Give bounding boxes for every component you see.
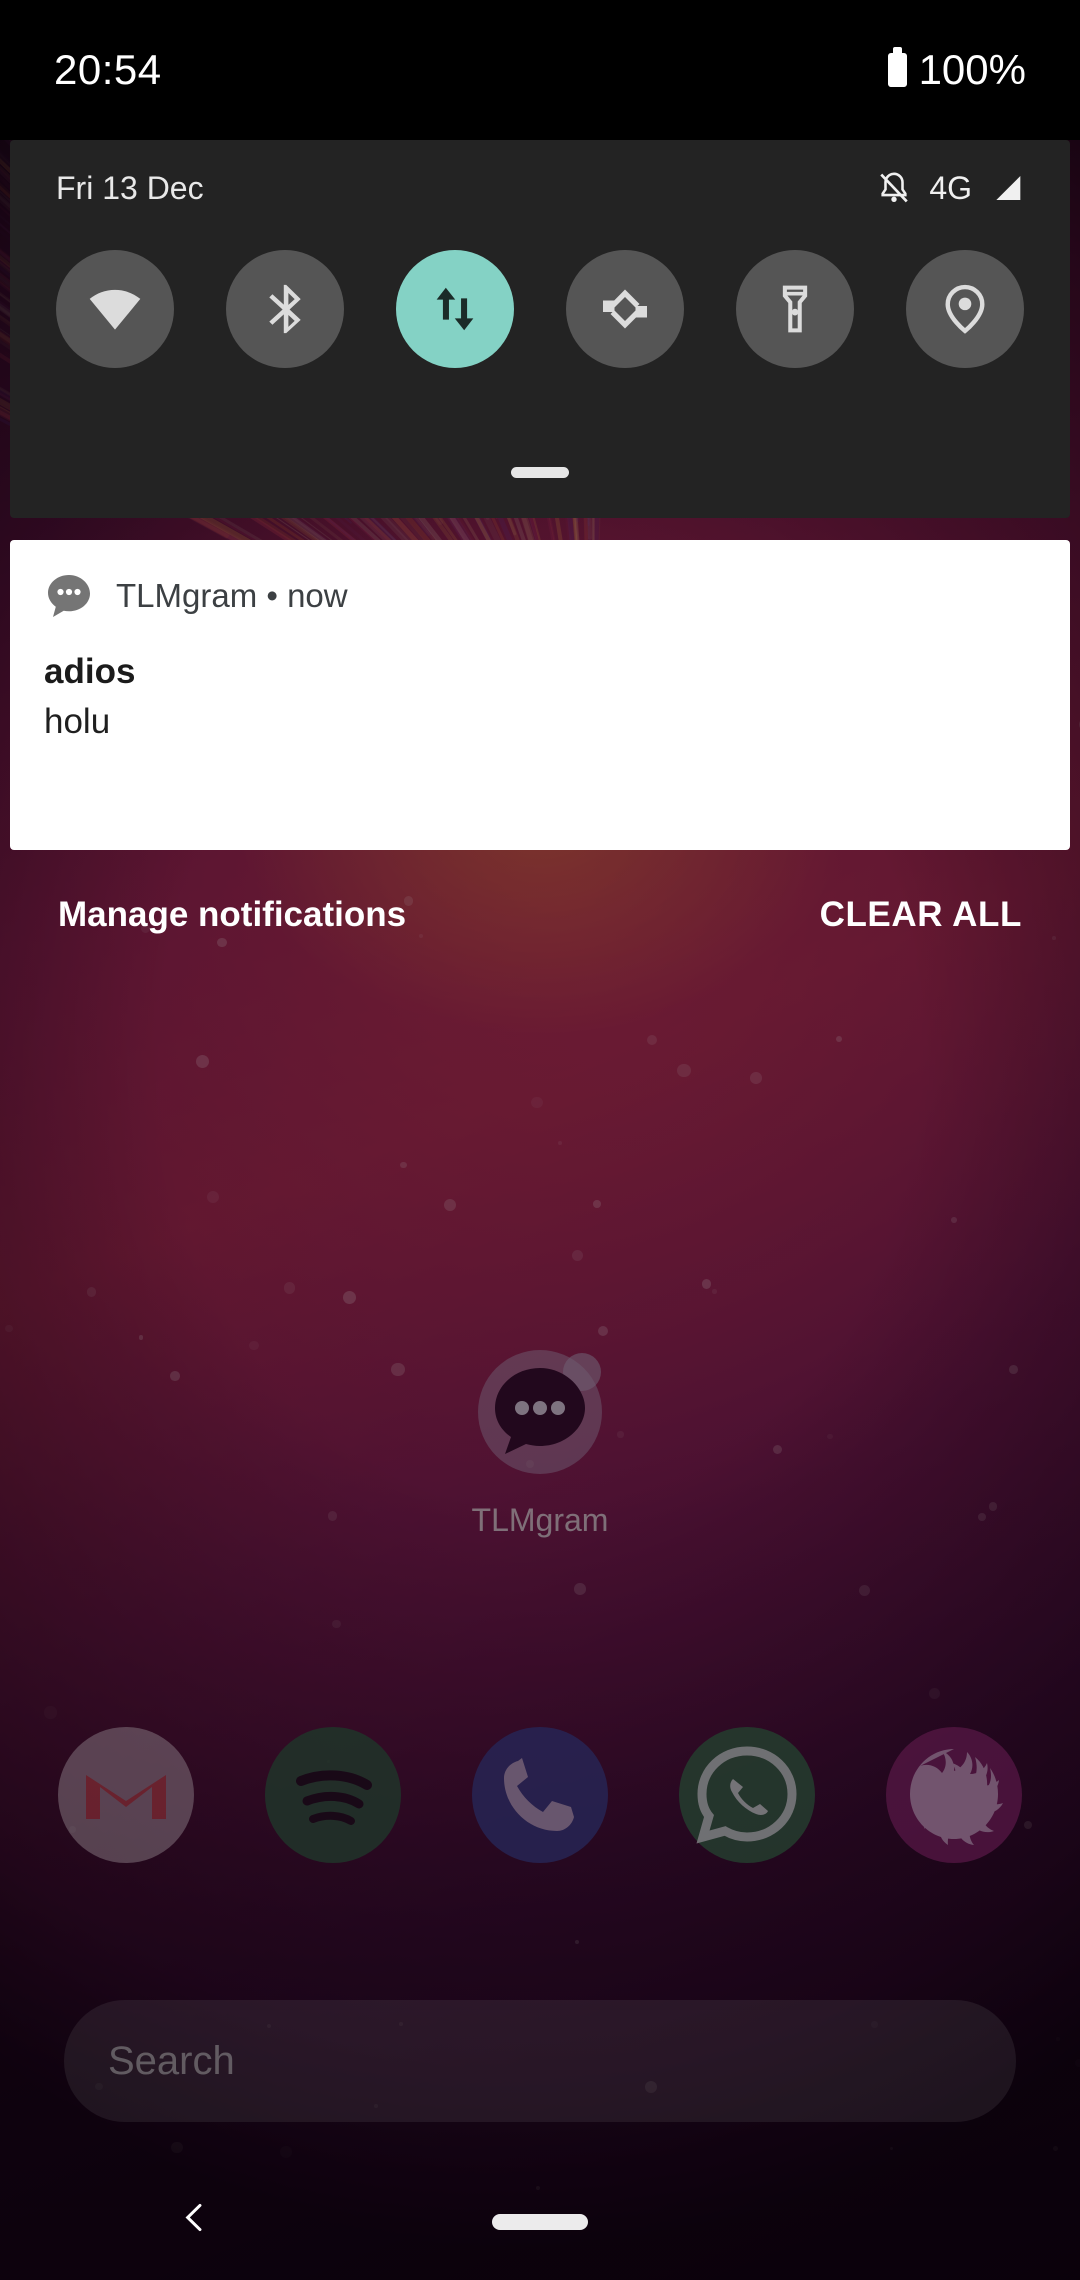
drag-handle[interactable]: [511, 467, 569, 478]
notification-text: holu: [44, 702, 111, 741]
quick-settings-panel: Fri 13 Dec 4G: [10, 140, 1070, 518]
battery-percent-label: 100%: [918, 46, 1026, 93]
clear-all-button[interactable]: CLEAR ALL: [820, 895, 1022, 935]
status-clock: 20:54: [54, 46, 162, 93]
qs-tile-flashlight[interactable]: [736, 250, 854, 368]
rotate-icon: [595, 279, 655, 339]
notification-title: adios: [44, 652, 136, 691]
qs-tile-bluetooth[interactable]: [226, 250, 344, 368]
bluetooth-icon: [256, 280, 314, 338]
qs-date-label: Fri 13 Dec: [56, 169, 204, 206]
qs-network-type-label: 4G: [929, 169, 972, 206]
flashlight-icon: [768, 279, 822, 339]
battery-full-icon: [887, 47, 907, 87]
status-bar-right: 100%: [887, 46, 1026, 94]
home-pill[interactable]: [492, 2214, 588, 2230]
quick-settings-tiles: [10, 250, 1070, 368]
data-arrows-icon: [426, 280, 484, 338]
status-bar: 20:54 100%: [0, 0, 1080, 140]
qs-tile-auto-rotate[interactable]: [566, 250, 684, 368]
notification-meta: TLMgram • now: [116, 577, 348, 614]
bell-muted-icon: [877, 170, 911, 206]
notification-header: TLMgram • now: [44, 568, 1036, 624]
speech-bubble-icon: [44, 571, 94, 621]
qs-tile-mobile-data[interactable]: [396, 250, 514, 368]
wifi-icon: [84, 278, 146, 340]
notification-card[interactable]: TLMgram • now adios holu: [10, 540, 1070, 850]
qs-status-icons: 4G: [877, 170, 1024, 207]
manage-notifications-button[interactable]: Manage notifications: [58, 895, 406, 935]
qs-tile-wifi[interactable]: [56, 250, 174, 368]
signal-bar-icon: [990, 172, 1024, 204]
qs-tile-location[interactable]: [906, 250, 1024, 368]
navigation-bar: [0, 2160, 1080, 2280]
back-chevron-icon[interactable]: [178, 2195, 212, 2246]
location-pin-icon: [937, 279, 993, 339]
shade-actions: Manage notifications CLEAR ALL: [0, 895, 1080, 935]
quick-settings-header: Fri 13 Dec 4G: [10, 140, 1070, 236]
